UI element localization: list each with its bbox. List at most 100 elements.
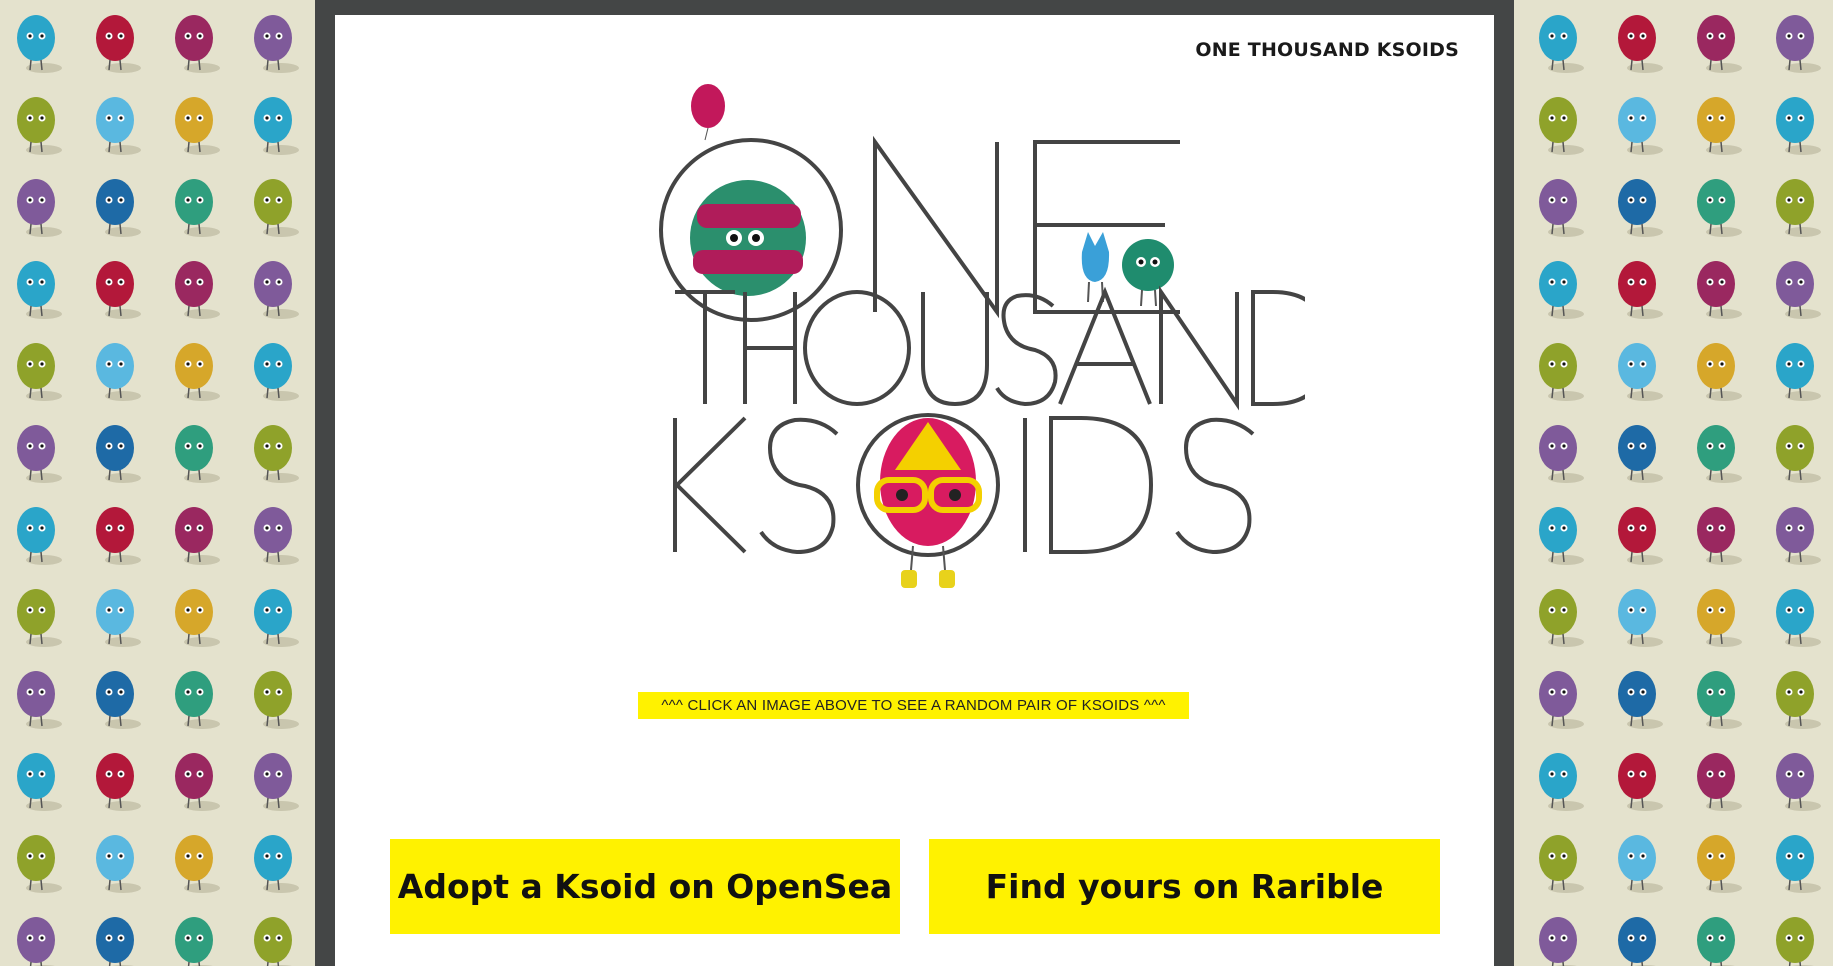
ksoid-wallpaper-item	[96, 835, 141, 893]
ksoid-wallpaper-item	[254, 753, 299, 811]
ksoid-wallpaper-item	[1618, 671, 1663, 729]
ksoid-wallpaper-item	[1539, 343, 1584, 401]
find-on-rarible-button[interactable]: Find yours on Rarible	[929, 839, 1440, 934]
ksoid-wallpaper-item	[254, 425, 299, 483]
left-wallpaper	[0, 0, 315, 966]
ksoid-wallpaper-item	[254, 671, 299, 729]
ksoid-wallpaper-item	[1697, 589, 1742, 647]
ksoid-wallpaper-item	[96, 343, 141, 401]
hero-logo-image[interactable]	[605, 70, 1305, 670]
ksoid-wallpaper-item	[1776, 753, 1821, 811]
ksoid-wallpaper-item	[254, 97, 299, 155]
ksoid-wallpaper-item	[1539, 261, 1584, 319]
ksoid-wallpaper-item	[254, 917, 292, 966]
ksoid-wallpaper-item	[254, 589, 299, 647]
ksoid-wallpaper-item	[175, 589, 220, 647]
ksoid-wallpaper-item	[1539, 15, 1584, 73]
ksoid-wallpaper-item	[254, 15, 299, 73]
ksoid-wallpaper-item	[1776, 15, 1821, 73]
ksoid-wallpaper-item	[96, 917, 134, 966]
right-wallpaper	[1514, 0, 1833, 966]
ksoid-wallpaper-item	[1697, 97, 1742, 155]
ksoid-wallpaper-item	[1618, 917, 1656, 966]
ksoid-wallpaper-item	[1697, 179, 1742, 237]
click-hint-banner: ^^^ CLICK AN IMAGE ABOVE TO SEE A RANDOM…	[638, 692, 1189, 719]
ksoid-wallpaper-item	[254, 835, 299, 893]
ksoid-pattern-right	[1539, 15, 1821, 966]
ksoid-wallpaper-item	[1539, 835, 1584, 893]
ksoid-wallpaper-item	[17, 15, 62, 73]
ksoid-wallpaper-item	[175, 753, 220, 811]
ksoid-wallpaper-item	[17, 507, 62, 565]
ksoid-wallpaper-item	[96, 179, 141, 237]
ksoid-wallpaper-item	[17, 179, 62, 237]
ksoid-wallpaper-item	[1776, 589, 1821, 647]
ksoid-wallpaper-item	[96, 15, 141, 73]
ksoid-wallpaper-item	[1697, 15, 1742, 73]
ksoid-wallpaper-item	[175, 917, 213, 966]
ksoid-wallpaper-item	[1697, 261, 1742, 319]
ksoid-wallpaper-item	[17, 343, 62, 401]
ksoid-wallpaper-item	[1539, 425, 1584, 483]
ksoid-wallpaper-item	[1618, 753, 1663, 811]
egg-ksoid-with-glasses	[874, 418, 982, 588]
ksoid-wallpaper-item	[17, 753, 62, 811]
ksoid-wallpaper-item	[1776, 261, 1821, 319]
ksoid-pattern-left	[17, 15, 299, 966]
ksoid-wallpaper-item	[96, 97, 141, 155]
ksoid-wallpaper-item	[175, 343, 220, 401]
ksoid-wallpaper-item	[1618, 343, 1663, 401]
ksoid-wallpaper-item	[1539, 671, 1584, 729]
ksoid-wallpaper-item	[1776, 425, 1821, 483]
ksoid-wallpaper-item	[1618, 261, 1663, 319]
ksoid-wallpaper-item	[175, 179, 220, 237]
ksoid-wallpaper-item	[1618, 425, 1663, 483]
ksoid-wallpaper-item	[175, 507, 220, 565]
ksoid-wallpaper-item	[96, 425, 141, 483]
ksoid-wallpaper-item	[1697, 343, 1742, 401]
ksoid-wallpaper-item	[1697, 671, 1742, 729]
ksoid-wallpaper-item	[1776, 97, 1821, 155]
ksoid-wallpaper-item	[254, 261, 299, 319]
ksoid-wallpaper-item	[254, 507, 299, 565]
ksoid-wallpaper-item	[1776, 917, 1814, 966]
ksoid-wallpaper-item	[1618, 589, 1663, 647]
ksoid-wallpaper-item	[96, 589, 141, 647]
ksoid-wallpaper-item	[254, 179, 299, 237]
ksoid-wallpaper-item	[175, 261, 220, 319]
content-panel: ONE THOUSAND KSOIDS ^^^ CLICK AN IMAGE A…	[335, 15, 1494, 966]
ksoid-wallpaper-item	[175, 97, 220, 155]
ksoid-wallpaper-item	[17, 671, 62, 729]
balloon-icon	[691, 84, 725, 141]
ksoid-wallpaper-item	[17, 425, 62, 483]
ksoid-wallpaper-item	[1618, 15, 1663, 73]
ksoid-wallpaper-item	[175, 425, 220, 483]
ksoid-wallpaper-item	[1618, 97, 1663, 155]
ksoid-wallpaper-item	[1539, 917, 1577, 966]
ksoid-wallpaper-item	[17, 589, 62, 647]
ksoid-wallpaper-item	[17, 97, 62, 155]
site-title[interactable]: ONE THOUSAND KSOIDS	[1195, 39, 1459, 61]
ksoid-wallpaper-item	[96, 753, 141, 811]
ksoid-wallpaper-item	[96, 671, 141, 729]
ksoid-wallpaper-item	[1618, 179, 1663, 237]
ksoid-wallpaper-item	[1776, 343, 1821, 401]
adopt-on-opensea-button[interactable]: Adopt a Ksoid on OpenSea	[390, 839, 900, 934]
ksoid-wallpaper-item	[1697, 753, 1742, 811]
ksoid-wallpaper-item	[175, 835, 220, 893]
ksoid-wallpaper-item	[17, 917, 55, 966]
ksoid-wallpaper-item	[1539, 589, 1584, 647]
content-frame: ONE THOUSAND KSOIDS ^^^ CLICK AN IMAGE A…	[315, 0, 1514, 966]
ksoid-wallpaper-item	[175, 671, 220, 729]
ksoid-wallpaper-item	[1539, 97, 1584, 155]
ksoid-wallpaper-item	[1776, 179, 1821, 237]
fuzzy-ksoid-pink-green	[690, 180, 806, 296]
ksoid-wallpaper-item	[17, 835, 62, 893]
ksoid-wallpaper-item	[1776, 835, 1821, 893]
ksoid-wallpaper-item	[1697, 917, 1735, 966]
ksoid-wallpaper-item	[1697, 507, 1742, 565]
ksoid-wallpaper-item	[96, 261, 141, 319]
ksoid-wallpaper-item	[1539, 179, 1584, 237]
ksoid-wallpaper-item	[1539, 507, 1584, 565]
ksoid-wallpaper-item	[175, 15, 220, 73]
